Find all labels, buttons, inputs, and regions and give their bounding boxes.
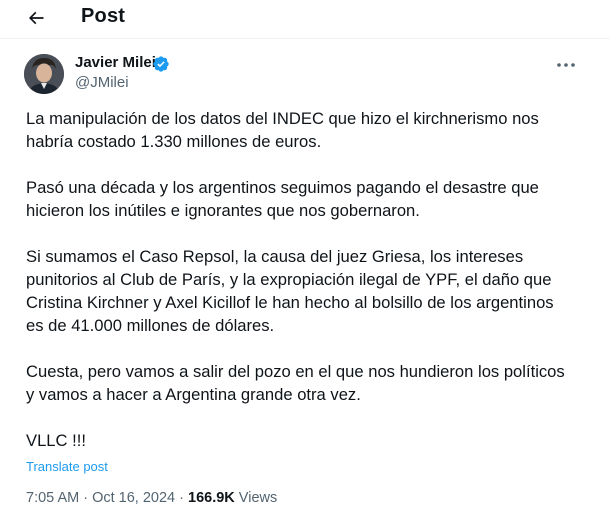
tweet-line: habría costado 1.330 millones de euros. — [26, 132, 322, 151]
back-button[interactable] — [20, 4, 52, 32]
meta-separator: · — [175, 490, 189, 506]
tweet-line: y vamos a hacer a Argentina grande otra … — [26, 385, 361, 404]
post-date[interactable]: Oct 16, 2024 — [92, 490, 175, 506]
page-title: Post — [81, 5, 126, 27]
tweet-line: VLLC !!! — [26, 431, 86, 450]
meta-separator: · — [79, 490, 93, 506]
views-count: 166.9K — [188, 490, 235, 506]
tweet-line: punitorios al Club de París, y la exprop… — [26, 270, 552, 289]
author-handle[interactable]: @JMilei — [75, 74, 129, 91]
more-options-button[interactable] — [553, 56, 579, 74]
tweet-line: hicieron los inútiles e ignorantes que n… — [26, 201, 420, 220]
post-meta: 7:05 AM · Oct 16, 2024 · 166.9K Views — [26, 490, 277, 506]
tweet-line: es de 41.000 millones de dólares. — [26, 316, 275, 335]
verified-badge-icon — [153, 56, 169, 72]
tweet-line: Pasó una década y los argentinos seguimo… — [26, 178, 539, 197]
more-horizontal-icon — [557, 63, 575, 67]
avatar[interactable] — [24, 54, 64, 94]
header-divider — [0, 38, 610, 39]
views-label: Views — [234, 490, 278, 506]
tweet-line: Si sumamos el Caso Repsol, la causa del … — [26, 247, 524, 266]
top-bar: Post — [0, 0, 610, 36]
tweet-line: Cristina Kirchner y Axel Kicillof le han… — [26, 293, 554, 312]
arrow-left-icon — [28, 11, 44, 25]
post-time[interactable]: 7:05 AM — [26, 490, 79, 506]
tweet-text: La manipulación de los datos del INDEC q… — [26, 107, 596, 452]
author-name[interactable]: Javier Milei — [75, 54, 156, 71]
tweet-line: Cuesta, pero vamos a salir del pozo en e… — [26, 362, 565, 381]
translate-post-link[interactable]: Translate post — [26, 459, 108, 474]
tweet-line: La manipulación de los datos del INDEC q… — [26, 109, 539, 128]
profile-photo — [24, 54, 64, 94]
